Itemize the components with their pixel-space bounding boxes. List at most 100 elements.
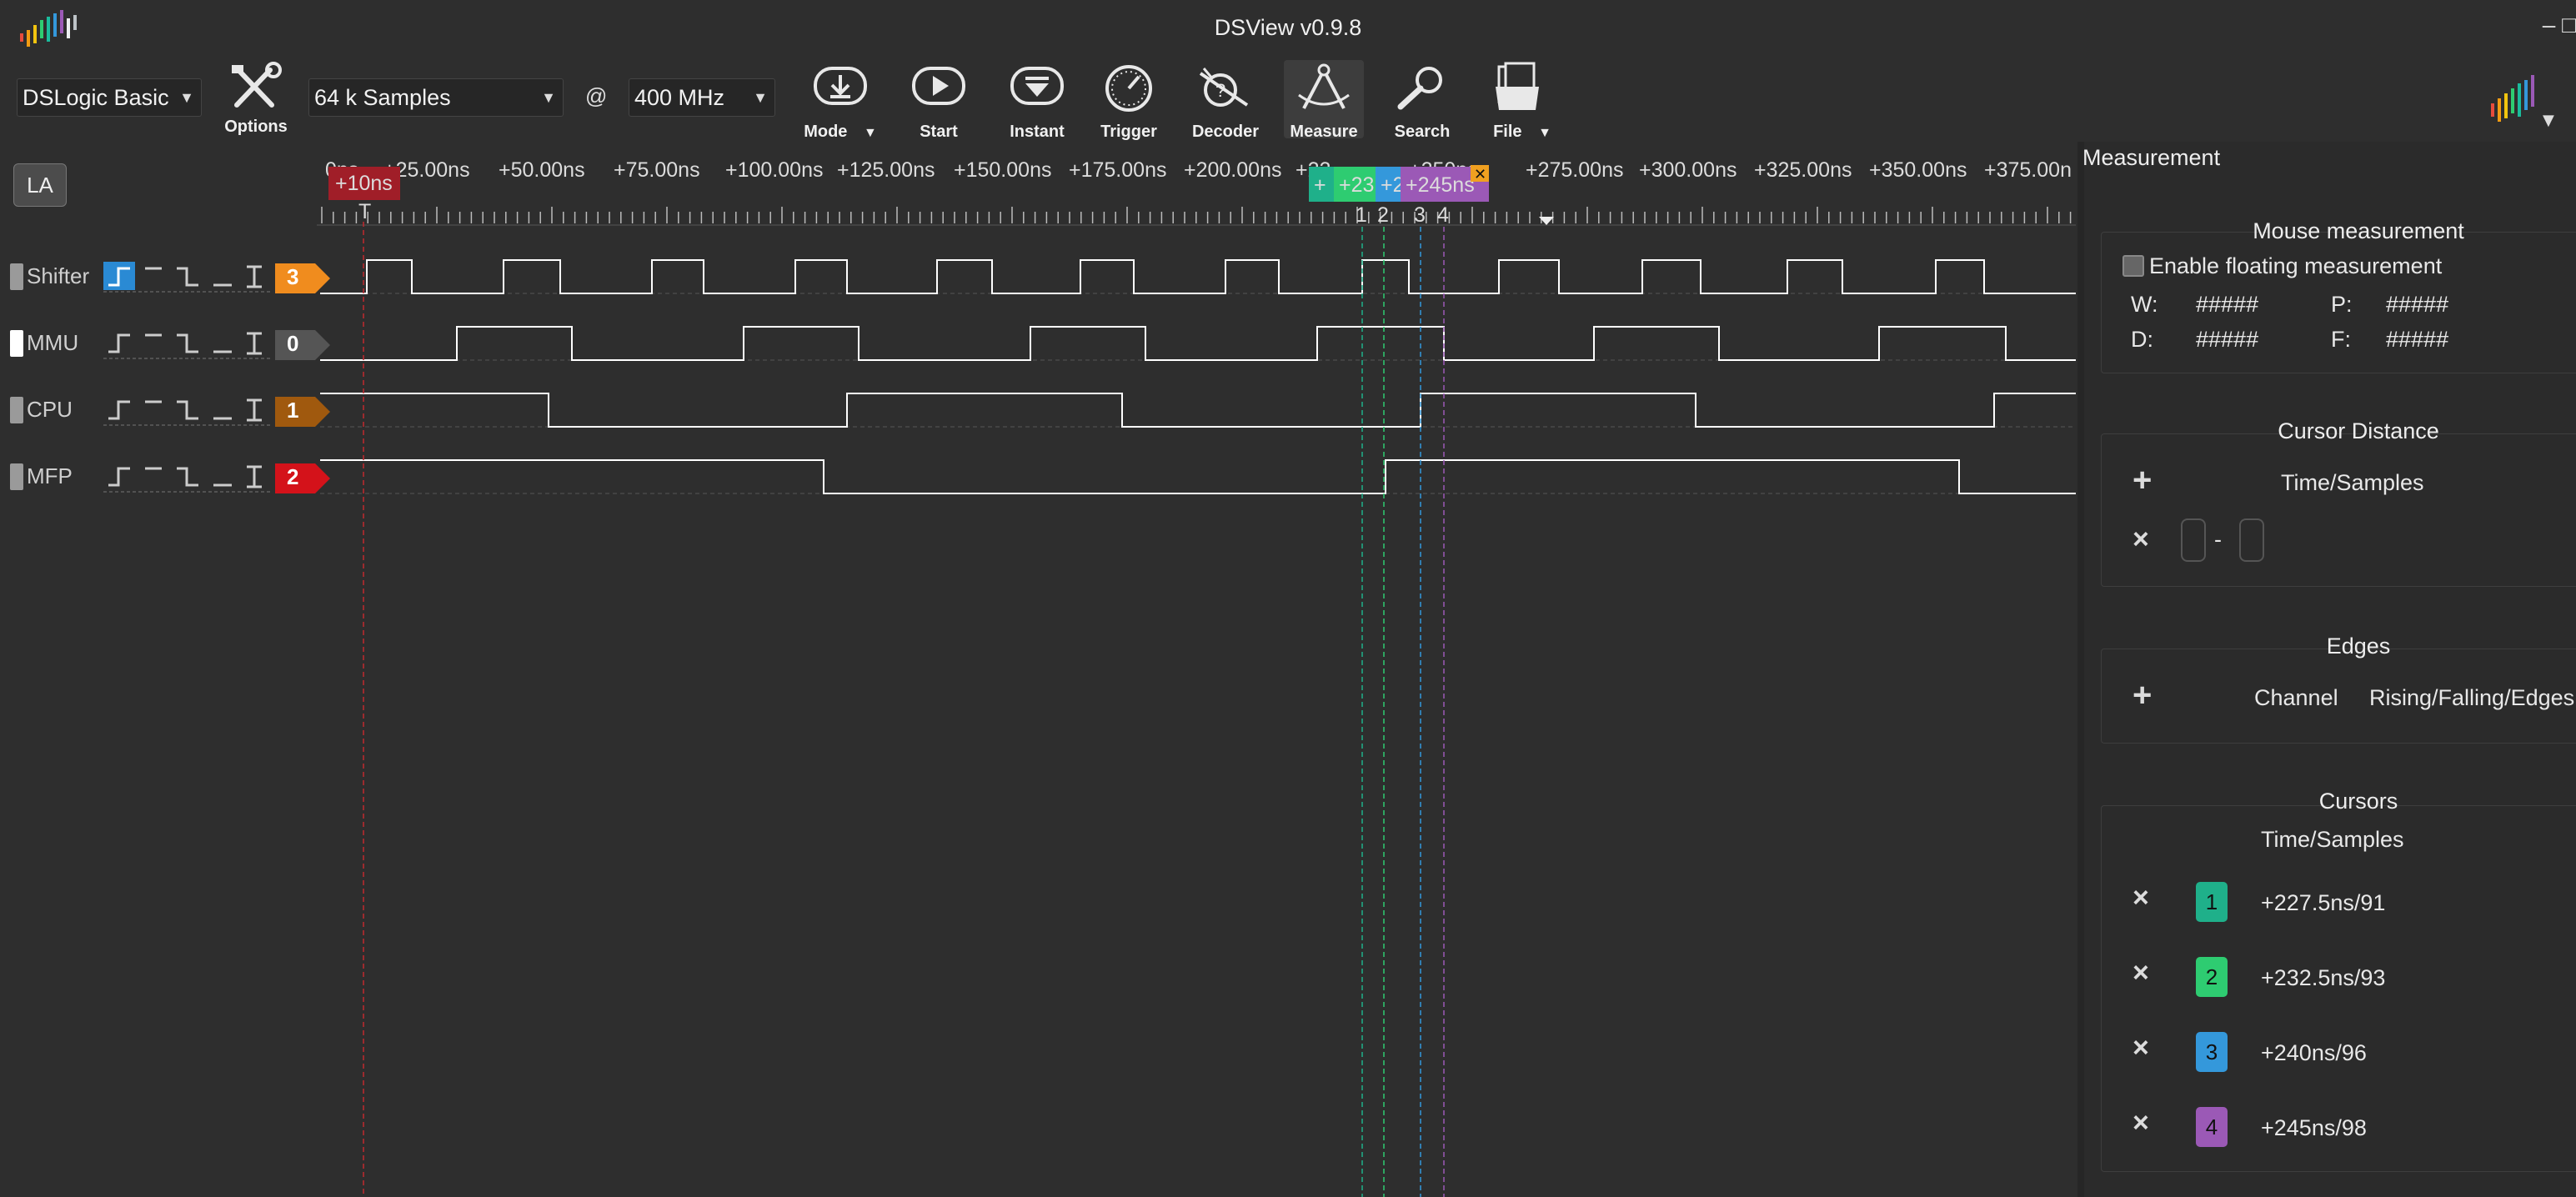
trigger-edge-selector[interactable] (100, 260, 275, 293)
cursor-1-value: +227.5ns/91 (2261, 890, 2386, 915)
waveform-trace (320, 259, 2076, 294)
search-label: Search (1394, 123, 1451, 141)
search-button[interactable]: Search (1387, 62, 1457, 142)
edges-title: Edges (2326, 634, 2391, 659)
options-label: Options (224, 118, 288, 136)
channel-color-marker[interactable] (10, 263, 23, 290)
title-bar: DSView v0.9.8 – □ (0, 0, 2576, 58)
device-select[interactable]: DSLogic Basic ▼ (17, 78, 202, 117)
channel-color-marker[interactable] (10, 397, 23, 423)
cursor-number: 4 (1437, 203, 1449, 227)
trigger-label: +10ns (335, 172, 393, 195)
window-title: DSView v0.9.8 (1214, 15, 1362, 40)
width-label: W: (2131, 292, 2158, 317)
ruler-tick-label: +375.00n (1984, 158, 2072, 182)
distance-column-header: Time/Samples (2281, 470, 2424, 495)
panel-splitter[interactable] (2077, 142, 2084, 1197)
remove-cursor-3-button[interactable]: × (2132, 1032, 2149, 1064)
instant-icon (1010, 67, 1064, 105)
chevron-down-icon: ▼ (179, 89, 194, 106)
cursor-3-badge[interactable]: 3 (2196, 1032, 2228, 1072)
cursor-overlay-label: +23 (1339, 173, 1374, 197)
cursor-4-value: +245ns/98 (2261, 1115, 2367, 1140)
file-button[interactable]: File ▼ (1481, 62, 1564, 142)
channel-color-marker[interactable] (10, 463, 23, 490)
panel-title: Measurement (2082, 145, 2221, 170)
ruler-tick-label: +175.00ns (1069, 158, 1166, 182)
ruler-tick-label: +300.00ns (1639, 158, 1737, 182)
distance-cursor-b-select[interactable] (2239, 518, 2264, 562)
cursor-1-badge[interactable]: 1 (2196, 882, 2228, 922)
instant-button[interactable]: Instant (1002, 62, 1072, 142)
waveform-view[interactable]: 0ns+25.00ns+50.00ns+75.00ns+100.00ns+125… (0, 152, 2077, 1197)
channel-name: Shifter (27, 263, 90, 288)
download-icon (814, 67, 867, 105)
cursor-4-badge[interactable]: 4 (2196, 1107, 2228, 1147)
trigger-marker: T (358, 200, 371, 223)
channel-grid (320, 293, 2076, 494)
frequency-value: 400 MHz (634, 85, 725, 110)
svg-text:▼: ▼ (2543, 112, 2554, 129)
cursor-lines[interactable] (363, 222, 1445, 1197)
window-controls[interactable]: – □ (2543, 12, 2576, 38)
mode-label: Mode ▼ (804, 123, 877, 141)
channel-index: 0 (287, 331, 299, 356)
chevron-down-icon: ▼ (541, 89, 556, 106)
frequency-measure-value: ##### (2386, 327, 2449, 352)
cursor-2-badge[interactable]: 2 (2196, 957, 2228, 997)
remove-cursor-2-button[interactable]: × (2132, 957, 2149, 989)
duty-value: ##### (2196, 327, 2259, 352)
cursors-column-header: Time/Samples (2261, 827, 2404, 852)
ruler-tick-label: +50.00ns (499, 158, 585, 182)
remove-distance-button[interactable]: × (2132, 523, 2149, 556)
gauge-icon (1105, 65, 1152, 112)
edges-channel-header: Channel (2254, 685, 2338, 710)
ruler-tick-label: +350.00ns (1869, 158, 1967, 182)
device-select-value: DSLogic Basic (23, 85, 169, 110)
floating-measurement-label: Enable floating measurement (2149, 253, 2443, 278)
duty-label: D: (2131, 327, 2153, 352)
channel-color-marker[interactable] (10, 330, 23, 357)
mode-button[interactable]: Mode ▼ (794, 62, 887, 142)
sample-count-select[interactable]: 64 k Samples ▼ (308, 78, 564, 117)
distance-dash: - (2214, 527, 2222, 552)
start-label: Start (920, 123, 958, 141)
channel-index: 1 (287, 398, 299, 423)
trigger-button[interactable]: Trigger (1094, 62, 1164, 142)
trigger-edge-selector[interactable] (100, 460, 275, 493)
waveform-trace (320, 393, 2076, 428)
cursor-distance-group (2101, 433, 2576, 587)
cursor-3-value: +240ns/96 (2261, 1040, 2367, 1065)
options-button[interactable]: Options (223, 62, 288, 137)
edges-count-header: Rising/Falling/Edges (2369, 685, 2575, 710)
remove-cursor-4-button[interactable]: × (2132, 1107, 2149, 1139)
time-ruler[interactable]: 0ns+25.00ns+50.00ns+75.00ns+100.00ns+125… (317, 158, 2076, 227)
frequency-label: F: (2331, 327, 2351, 352)
decoder-icon: ? (1199, 68, 1249, 107)
mouse-measurement-title: Mouse measurement (2253, 218, 2464, 243)
decoder-button[interactable]: ? Decoder (1190, 62, 1260, 142)
ruler-tick-label: +325.00ns (1754, 158, 1852, 182)
waveform-trace (320, 459, 2076, 494)
width-value: ##### (2196, 292, 2259, 317)
remove-cursor-1-button[interactable]: × (2132, 882, 2149, 914)
channel-name: CPU (27, 397, 73, 422)
app-corner-logo-icon[interactable]: ▼ (2486, 70, 2563, 132)
add-edge-measure-button[interactable]: + (2132, 677, 2152, 714)
distance-cursor-a-select[interactable] (2181, 518, 2206, 562)
sample-count-value: 64 k Samples (314, 85, 451, 110)
start-button[interactable]: Start (904, 62, 974, 142)
cursor-overlay-label: +245ns (1406, 173, 1475, 197)
trigger-edge-selector[interactable] (100, 327, 275, 360)
channel-name: MFP (27, 463, 73, 488)
measure-button[interactable]: Measure (1284, 60, 1364, 141)
trigger-edge-selector[interactable] (100, 393, 275, 427)
add-distance-button[interactable]: + (2132, 462, 2152, 499)
ruler-tick-label: +275.00ns (1526, 158, 1623, 182)
floating-measurement-checkbox[interactable] (2122, 255, 2144, 277)
cursors-title: Cursors (2318, 789, 2398, 814)
cursor-number: 2 (1377, 203, 1389, 227)
cursor-number: 3 (1414, 203, 1426, 227)
frequency-select[interactable]: 400 MHz ▼ (629, 78, 775, 117)
channel-index: 3 (287, 264, 299, 289)
